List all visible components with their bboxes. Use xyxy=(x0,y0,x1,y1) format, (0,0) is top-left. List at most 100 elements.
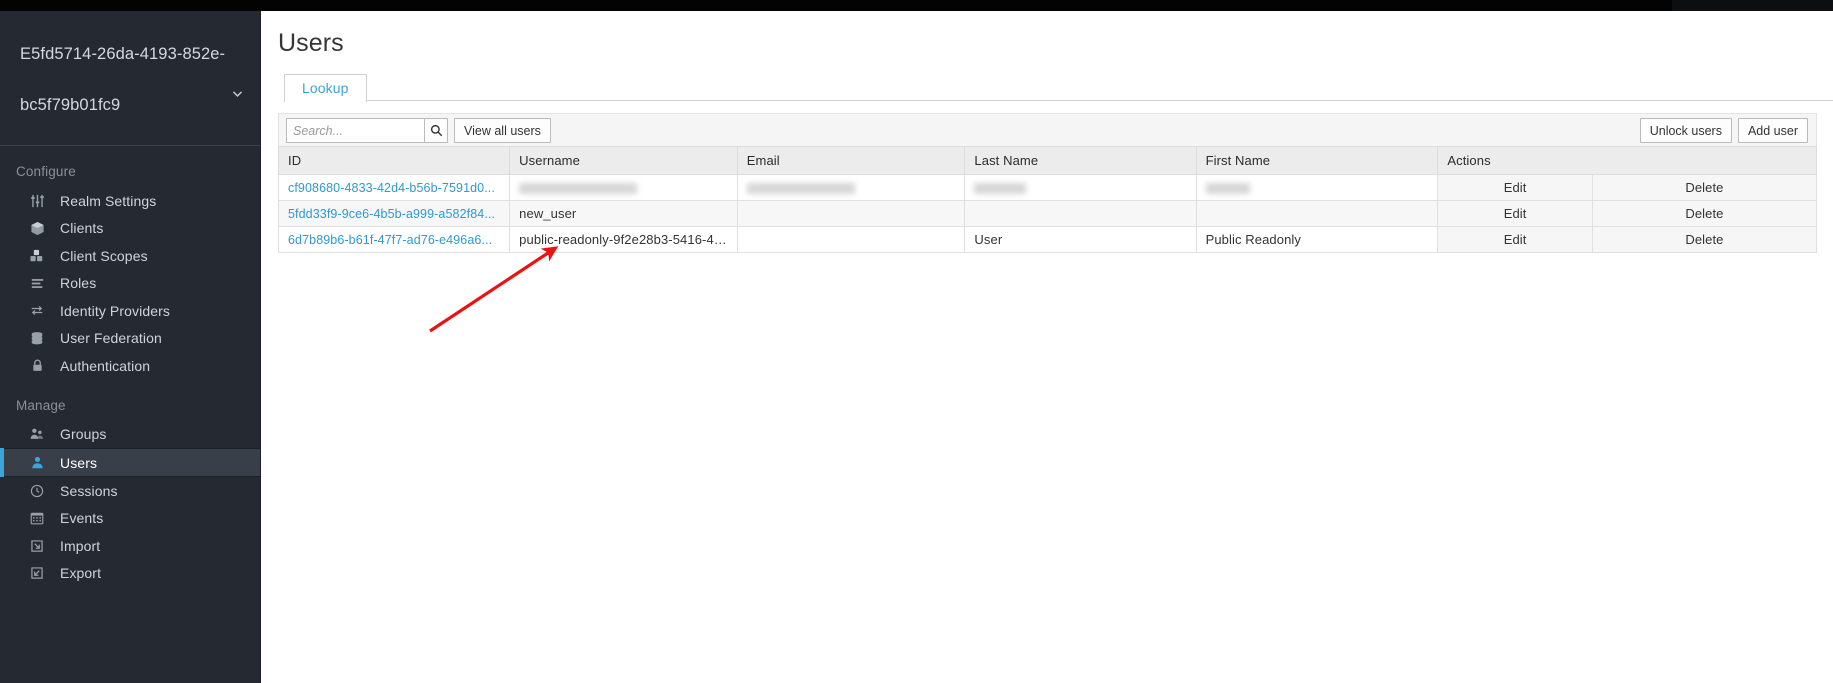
exchange-arrows-icon xyxy=(28,303,46,319)
sidebar-item-groups[interactable]: Groups xyxy=(0,421,260,449)
view-all-users-button[interactable]: View all users xyxy=(454,118,551,143)
sidebar-item-label: Users xyxy=(60,454,98,471)
column-header-id[interactable]: ID xyxy=(277,146,511,175)
realm-name-line-1: E5fd5714-26da-4193-852e- xyxy=(20,45,226,63)
column-header-last-name[interactable]: Last Name xyxy=(964,146,1197,175)
sidebar-item-user-federation[interactable]: User Federation xyxy=(0,325,260,353)
sidebar-item-events[interactable]: Events xyxy=(0,505,260,533)
user-id-link[interactable]: 5fdd33f9-9ce6-4b5b-a999-a582f84... xyxy=(288,207,495,221)
search-icon xyxy=(430,124,443,137)
cell-first-name xyxy=(1195,200,1439,227)
redacted-value xyxy=(974,183,1027,195)
delete-button[interactable]: Delete xyxy=(1591,174,1818,201)
sidebar-item-label: Export xyxy=(60,565,102,582)
export-arrow-icon xyxy=(28,565,46,581)
delete-button[interactable]: Delete xyxy=(1591,226,1818,253)
edit-button[interactable]: Edit xyxy=(1437,226,1593,253)
user-icon xyxy=(28,455,46,471)
delete-button[interactable]: Delete xyxy=(1591,200,1818,227)
search-button[interactable] xyxy=(424,118,448,143)
table-row: 6d7b89b6-b61f-47f7-ad76-e496a6... public-… xyxy=(277,226,1818,253)
table-row: 5fdd33f9-9ce6-4b5b-a999-a582f84... new_us… xyxy=(277,200,1818,227)
page-title: Users xyxy=(278,29,344,57)
toolbar-right-group: Unlock users Add user xyxy=(1639,118,1808,143)
sidebar-item-import[interactable]: Import xyxy=(0,532,260,560)
keycloak-admin-console: E5fd5714-26da-4193-852e- bc5f79b01fc9 Co… xyxy=(0,0,1833,683)
search-input[interactable] xyxy=(286,118,424,143)
user-id-link[interactable]: cf908680-4833-42d4-b56b-7591d0... xyxy=(288,181,495,195)
sidebar-item-identity-providers[interactable]: Identity Providers xyxy=(0,297,260,325)
nav-section-manage: Manage Groups Users Sessions Events Impo… xyxy=(0,380,260,588)
cell-username: new_user xyxy=(509,200,738,227)
unlock-users-button[interactable]: Unlock users xyxy=(1639,118,1732,143)
tab-bar: Lookup xyxy=(284,74,1833,103)
sidebar-item-realm-settings[interactable]: Realm Settings xyxy=(0,187,260,215)
database-icon xyxy=(28,330,46,346)
chevron-down-icon xyxy=(231,87,244,100)
redacted-value xyxy=(746,183,855,195)
sliders-icon xyxy=(28,193,46,209)
table-row: cf908680-4833-42d4-b56b-7591d0... Edit Del… xyxy=(277,174,1818,201)
sidebar-item-label: Clients xyxy=(60,220,104,237)
list-lines-icon xyxy=(28,275,46,291)
lock-icon xyxy=(28,358,46,374)
sidebar-item-label: Import xyxy=(60,537,101,554)
clock-icon xyxy=(28,483,46,499)
users-table-container: ID Username Email Last Name First Name A… xyxy=(277,146,1818,253)
nav-section-label-configure: Configure xyxy=(16,164,76,179)
nav-section-configure: Configure Realm Settings Clients Client … xyxy=(0,146,260,380)
cell-username: public-readonly-9f2e28b3-5416-41... xyxy=(509,226,738,253)
add-user-button[interactable]: Add user xyxy=(1737,118,1808,143)
sidebar: E5fd5714-26da-4193-852e- bc5f79b01fc9 Co… xyxy=(0,11,261,683)
calendar-icon xyxy=(28,510,46,526)
browser-top-strip-segment xyxy=(1672,0,1833,11)
sidebar-item-label: Realm Settings xyxy=(60,192,157,209)
nav-section-label-manage: Manage xyxy=(16,397,66,413)
browser-top-strip xyxy=(0,0,1833,11)
edit-button[interactable]: Edit xyxy=(1437,174,1593,201)
sidebar-item-clients[interactable]: Clients xyxy=(0,215,260,243)
cell-id: 5fdd33f9-9ce6-4b5b-a999-a582f84... xyxy=(277,200,511,227)
user-id-link[interactable]: 6d7b89b6-b61f-47f7-ad76-e496a6... xyxy=(288,233,492,247)
cell-first-name xyxy=(1195,174,1439,201)
cell-last-name: User xyxy=(964,226,1197,253)
sidebar-item-export[interactable]: Export xyxy=(0,560,260,588)
edit-button[interactable]: Edit xyxy=(1437,200,1593,227)
realm-selector[interactable]: E5fd5714-26da-4193-852e- bc5f79b01fc9 xyxy=(0,11,260,146)
search-group xyxy=(286,118,448,143)
import-arrow-icon xyxy=(28,538,46,554)
table-header-row: ID Username Email Last Name First Name A… xyxy=(277,146,1817,175)
realm-name-line-2: bc5f79b01fc9 xyxy=(20,96,121,114)
sidebar-item-users[interactable]: Users xyxy=(0,448,260,477)
cell-email xyxy=(736,226,966,253)
sidebar-item-sessions[interactable]: Sessions xyxy=(0,477,260,505)
column-header-first-name[interactable]: First Name xyxy=(1195,146,1439,175)
cell-email xyxy=(736,174,966,201)
cell-username xyxy=(509,174,738,201)
column-header-email[interactable]: Email xyxy=(736,146,966,175)
sidebar-item-label: Sessions xyxy=(60,482,118,499)
sidebar-item-label: Client Scopes xyxy=(60,247,148,264)
cell-id: 6d7b89b6-b61f-47f7-ad76-e496a6... xyxy=(277,226,511,253)
sidebar-item-label: Identity Providers xyxy=(60,302,170,319)
sidebar-item-authentication[interactable]: Authentication xyxy=(0,352,260,380)
cell-email xyxy=(736,200,966,227)
cell-id: cf908680-4833-42d4-b56b-7591d0... xyxy=(277,174,511,201)
sidebar-item-label: User Federation xyxy=(60,330,162,347)
tab-lookup[interactable]: Lookup xyxy=(284,74,367,103)
sidebar-item-label: Events xyxy=(60,510,104,527)
cube-icon xyxy=(28,220,46,236)
users-group-icon xyxy=(28,426,46,442)
users-table: ID Username Email Last Name First Name A… xyxy=(277,146,1818,253)
column-header-username[interactable]: Username xyxy=(509,146,738,175)
sidebar-item-client-scopes[interactable]: Client Scopes xyxy=(0,242,260,270)
sidebar-item-label: Groups xyxy=(60,426,107,443)
main-content: Users Lookup View all users xyxy=(262,11,1833,683)
column-header-actions: Actions xyxy=(1437,146,1817,175)
toolbar-left-group: View all users xyxy=(286,118,551,143)
users-table-head: ID Username Email Last Name First Name A… xyxy=(277,146,1817,175)
sidebar-item-roles[interactable]: Roles xyxy=(0,270,260,298)
redacted-value xyxy=(519,183,638,195)
blocks-icon xyxy=(28,248,46,264)
users-table-body: cf908680-4833-42d4-b56b-7591d0... Edit Del… xyxy=(277,174,1818,253)
